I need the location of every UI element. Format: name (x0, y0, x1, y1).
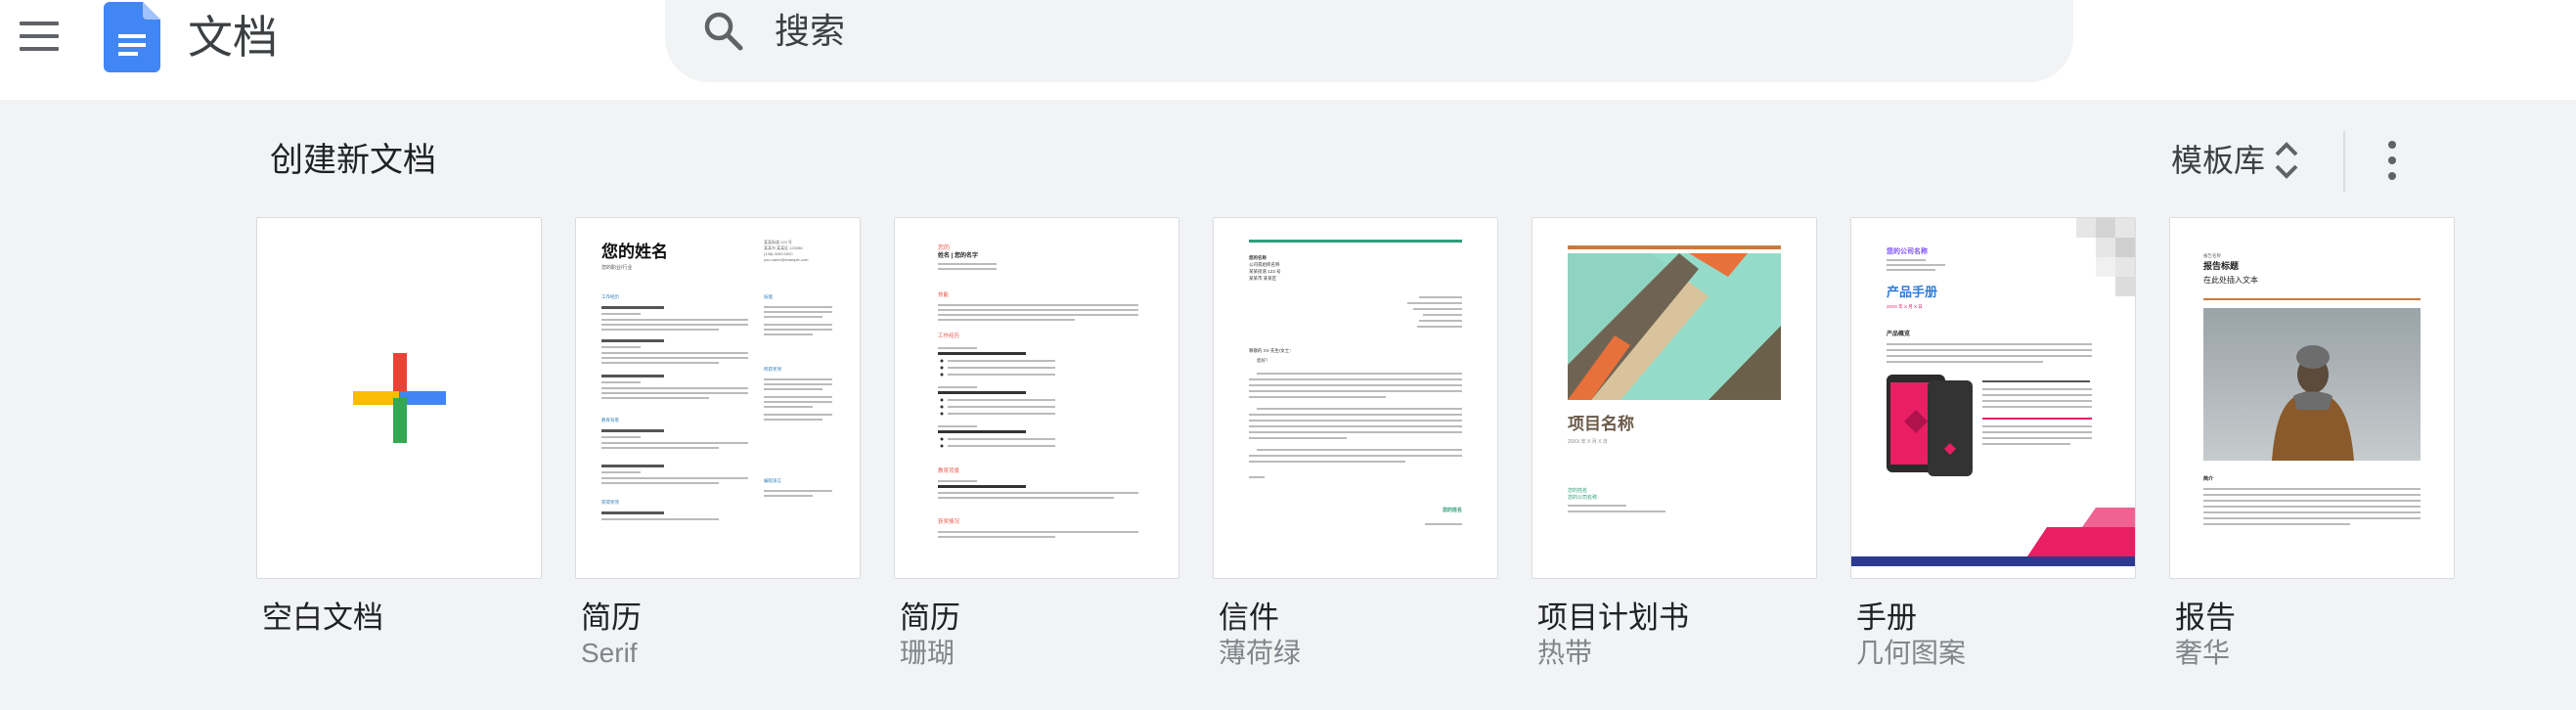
thumb-text: 编程语言 (764, 477, 781, 484)
template-subtitle: 薄荷绿 (1219, 638, 1302, 668)
thumb-text: 您的名称 (1249, 254, 1266, 261)
thumb-text: 技能 (764, 293, 773, 300)
thumb-text: 20XX 年 X 月 X 日 (1887, 303, 1923, 310)
app-title[interactable]: 文档 (188, 8, 278, 67)
thumb-text: 尊敬的 XX 先生/女士： (1249, 347, 1294, 354)
thumb-text: 公司或组织名称 (1249, 261, 1280, 268)
template-gallery-label: 模板库 (2171, 143, 2266, 178)
report-luxury-thumbnail: 报告名称 报告标题 在此处插入文本 简介 (2203, 252, 2421, 525)
thumb-text: 产品概览 (1887, 330, 1910, 337)
thumb-text: 某某街道 123 号 (1249, 268, 1281, 275)
template-subtitle: 珊瑚 (900, 638, 955, 668)
section-title: 创建新文档 (270, 142, 436, 179)
template-card-report-luxury[interactable]: 报告名称 报告标题 在此处插入文本 简介 (2169, 217, 2455, 579)
thumb-text: 您的姓名 (601, 242, 668, 261)
thumb-text: 所获奖项 (764, 366, 781, 373)
thumb-text: 您的姓名 (1568, 487, 1587, 494)
thumb-text: 您好！ (1257, 357, 1270, 364)
thumb-text: 某某市 某某区 123456 (764, 244, 803, 250)
template-name[interactable]: 项目计划书 (1537, 599, 1689, 638)
thumb-text: 您的职业/行业 (601, 264, 632, 271)
template-name[interactable]: 信件 (1219, 599, 1279, 638)
thumb-text: 产品手册 (1887, 285, 1937, 299)
thumb-text: (138) 0000-0000 (764, 251, 793, 256)
thumb-text: 某某街道 123 号 (764, 239, 792, 244)
docs-logo-icon[interactable] (104, 2, 160, 72)
letter-mint-thumbnail: 您的名称 公司或组织名称 某某街道 123 号 某某市 某某区 尊敬的 XX 先… (1249, 240, 1462, 525)
thumb-text: 技能 (938, 290, 950, 298)
template-name[interactable]: 手册 (1856, 599, 1917, 638)
thumb-text: 报告名称 (2203, 252, 2221, 259)
template-name[interactable]: 简历 (581, 599, 642, 638)
template-name[interactable]: 报告 (2175, 599, 2236, 638)
thumb-text: 姓名 | 您的名字 (937, 251, 978, 259)
thumb-text: 您的 (938, 244, 950, 251)
template-subtitle: Serif (581, 638, 638, 668)
thumb-text: 您的公司名称 (1568, 494, 1597, 501)
thumb-text: 教育背景 (938, 466, 960, 474)
template-subtitle: 热带 (1537, 638, 1593, 668)
template-name[interactable]: 空白文档 (262, 599, 383, 638)
thumb-text: 工作经历 (938, 332, 960, 339)
search-box[interactable] (665, 0, 2073, 82)
template-subtitle: 奢华 (2175, 638, 2231, 668)
main-menu-icon[interactable] (20, 22, 59, 53)
thumb-text: 教育背景 (601, 417, 619, 423)
thumb-text: 20XX 年 X 月 X 日 (1568, 438, 1608, 445)
toolbar-divider (2343, 131, 2345, 192)
plus-icon (353, 353, 446, 443)
template-card-resume-coral[interactable]: 您的 姓名 | 您的名字 技能 工作经历 教育背景 获奖情况 (894, 217, 1179, 579)
search-input[interactable] (775, 4, 2007, 59)
thumb-text: 某某市 某某区 (1249, 275, 1277, 282)
thumb-text: 您的公司名称 (1887, 246, 1928, 255)
template-gallery-button[interactable]: 模板库 (2152, 133, 2316, 188)
thumb-text: 工作经历 (601, 293, 619, 300)
thumb-text: 在此处插入文本 (2203, 275, 2258, 285)
template-card-resume-serif[interactable]: 您的姓名 您的职业/行业 某某街道 123 号 某某市 某某区 123456 (… (575, 217, 861, 579)
thumb-text: 报告标题 (2203, 260, 2240, 271)
thumb-text: 获得奖项 (601, 499, 619, 506)
more-options-icon[interactable] (2367, 133, 2418, 188)
resume-coral-thumbnail: 您的 姓名 | 您的名字 技能 工作经历 教育背景 获奖情况 (937, 244, 1138, 538)
brochure-geometric-thumbnail: 您的公司名称 产品手册 20XX 年 X 月 X 日 产品概览 (1851, 218, 2135, 566)
template-card-brochure-geometric[interactable]: 您的公司名称 产品手册 20XX 年 X 月 X 日 产品概览 (1850, 217, 2136, 579)
project-tropical-thumbnail: 项目名称 20XX 年 X 月 X 日 您的姓名 您的公司名称 (1568, 245, 1781, 512)
thumb-text: you.name@example.com (764, 257, 809, 262)
template-card-letter-mint[interactable]: 您的名称 公司或组织名称 某某街道 123 号 某某市 某某区 尊敬的 XX 先… (1213, 217, 1498, 579)
resume-serif-thumbnail: 您的姓名 您的职业/行业 某某街道 123 号 某某市 某某区 123456 (… (601, 239, 832, 520)
template-card-blank[interactable] (256, 217, 542, 579)
thumb-text: 获奖情况 (938, 517, 960, 525)
thumb-text: 简介 (2203, 475, 2214, 482)
search-icon[interactable] (702, 10, 745, 53)
app-header: 文档 (0, 0, 2576, 100)
template-name[interactable]: 简历 (900, 599, 960, 638)
thumb-text: 您的姓名 (1443, 507, 1462, 513)
unfold-more-icon (2275, 142, 2298, 179)
template-subtitle: 几何图案 (1856, 638, 1967, 668)
thumb-text: 项目名称 (1568, 414, 1634, 433)
template-card-project-tropical[interactable]: 项目名称 20XX 年 X 月 X 日 您的姓名 您的公司名称 (1532, 217, 1817, 579)
